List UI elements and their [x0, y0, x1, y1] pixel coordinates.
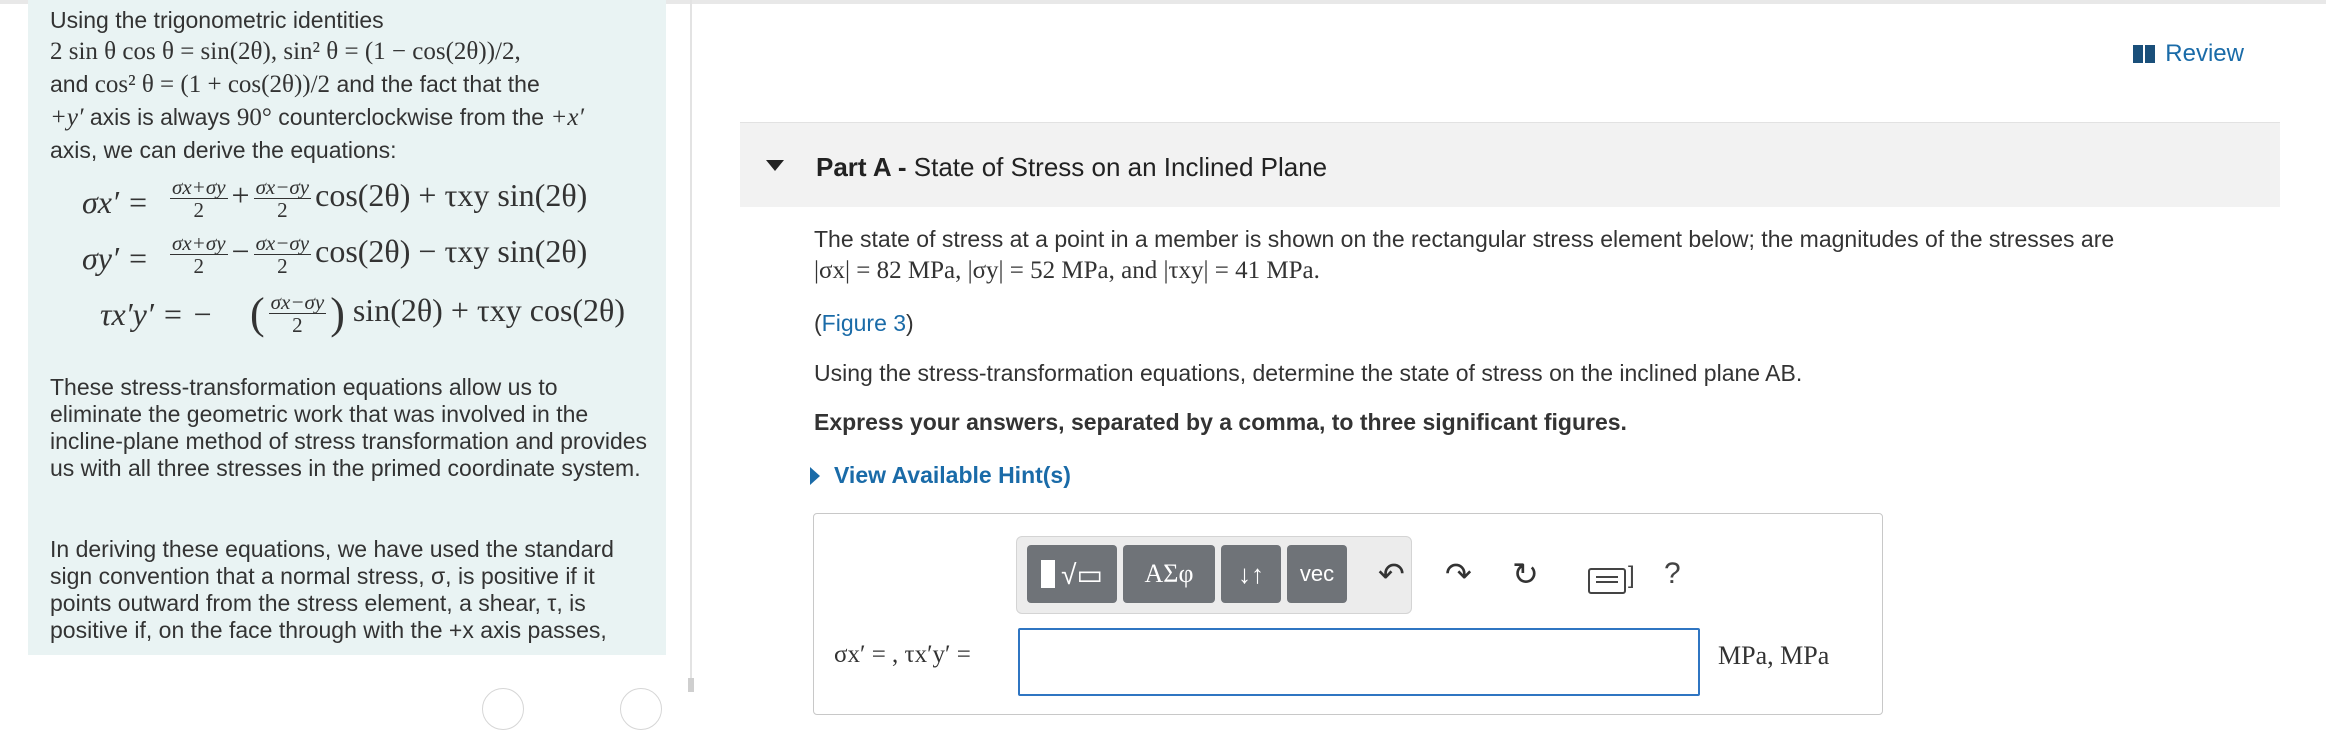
degree-math: 90° [236, 104, 272, 131]
eq1-lhs: σx′ = [82, 184, 149, 220]
identity-line-2-pre: and [50, 71, 89, 97]
eq1-rhs: cos(2θ) + τxy sin(2θ) [315, 176, 588, 213]
frac-diff: σx−σy 2 [253, 231, 312, 278]
reset-button[interactable]: ↻ [1512, 555, 1539, 593]
axis-line: +y′ axis is always 90° counterclockwise … [50, 101, 650, 134]
frac-num: σx−σy [253, 231, 312, 255]
part-title-text: State of Stress on an Inclined Plane [913, 152, 1328, 182]
frac-diff: σx−σy 2 [268, 290, 327, 337]
eq2-lhs: σy′ = [82, 240, 149, 276]
eq3-rhs: sin(2θ) + τxy cos(2θ) [352, 291, 626, 328]
equations-block: σx′ = σx+σy 2 + σx−σy 2 cos(2θ) + τxy sin(2θ)… [54, 176, 666, 344]
math-toolbar: √▭ ΑΣφ ↓↑ vec [1016, 536, 1412, 614]
identity-line-2-post: and the fact that the [336, 71, 540, 97]
format-note: Express your answers, separated by a com… [814, 409, 1627, 435]
frac-den: 2 [292, 313, 303, 337]
frac-diff: σx−σy 2 [253, 175, 312, 222]
instruction-text: Using the stress-transformation equation… [814, 360, 1803, 386]
eq3-lhs: τx′y′ = − [100, 296, 214, 332]
frac-sum: σx+σy 2 [170, 176, 228, 221]
scrollbar-thumb[interactable] [688, 678, 694, 692]
derive-text: axis, we can derive the equations: [50, 137, 397, 163]
axis-line-post: counterclockwise from the [278, 104, 545, 130]
intro-text: Using the trigonometric identities [50, 7, 384, 33]
help-button[interactable]: ? [1664, 557, 1681, 591]
hint-label: View Available Hint(s) [834, 462, 1071, 488]
paren-close: ) [906, 310, 914, 336]
instruction-panel: Using the trigonometric identities 2 sin… [28, 0, 666, 655]
review-label: Review [2165, 40, 2244, 67]
frac-num: σx−σy [268, 290, 327, 314]
frac-num: σx+σy [170, 175, 228, 199]
nav-circle-right[interactable] [620, 688, 662, 730]
frac-num: σx+σy [170, 231, 228, 255]
problem-text: The state of stress at a point in a memb… [814, 226, 2115, 252]
identity-line-2-math: cos² θ = (1 + cos(2θ))/2 [94, 71, 331, 98]
identity-line-1: 2 sin θ cos θ = sin(2θ), sin² θ = (1 − c… [50, 38, 521, 65]
view-hints-link[interactable]: View Available Hint(s) [810, 462, 1071, 489]
equation-tau: τx′y′ = − (σx−σy 2) sin(2θ) + τxy cos(2θ) [100, 289, 626, 338]
greek-symbols-button[interactable]: ΑΣφ [1123, 545, 1215, 603]
redo-button[interactable]: ↷ [1445, 555, 1472, 593]
identity-line-2: and cos² θ = (1 + cos(2θ))/2 and the fac… [50, 68, 650, 101]
frac-den: 2 [193, 198, 205, 222]
panel-divider[interactable] [690, 0, 692, 692]
vector-button[interactable]: vec [1287, 545, 1347, 603]
expand-caret-icon [810, 466, 820, 485]
answer-label: σx′ = , τx′y′ = [834, 641, 971, 668]
nav-circle-left[interactable] [482, 688, 524, 730]
templates-button[interactable]: √▭ [1027, 545, 1117, 603]
x-axis-math: +x′ [550, 104, 584, 131]
answer-input[interactable] [1018, 628, 1700, 696]
axis-line-mid: axis is always [89, 104, 231, 130]
frac-den: 2 [277, 254, 288, 278]
keyboard-icon[interactable] [1588, 568, 1626, 594]
book-icon [2133, 45, 2156, 63]
paren-open: ( [814, 310, 822, 336]
templates-icon [1041, 560, 1056, 588]
review-link[interactable]: Review [2133, 40, 2244, 68]
radical-icon: √▭ [1061, 558, 1103, 590]
equation-sigma-x: σx′ = σx+σy 2 + σx−σy 2 cos(2θ) + τxy sin(2θ) [82, 175, 588, 222]
paragraph-3: In deriving these equations, we have use… [50, 536, 614, 643]
problem-statement: The state of stress at a point in a memb… [814, 224, 2254, 286]
paragraph-2: These stress-transformation equations al… [50, 374, 648, 481]
frac-den: 2 [193, 254, 205, 278]
collapse-caret-icon[interactable] [766, 160, 784, 171]
equation-sigma-y: σy′ = σx+σy 2− σx−σy 2 cos(2θ) − τxy sin(2θ) [82, 231, 588, 278]
frac-sum: σx+σy 2 [170, 232, 228, 277]
y-axis-math: +y′ [50, 104, 84, 131]
frac-num: σx−σy [253, 175, 312, 199]
figure-reference: (Figure 3) [814, 310, 914, 337]
eq2-rhs: cos(2θ) − τxy sin(2θ) [315, 232, 588, 269]
frac-den: 2 [277, 198, 288, 222]
figure-link[interactable]: Figure 3 [822, 310, 906, 336]
keyboard-bracket-icon: ] [1628, 562, 1635, 589]
undo-button[interactable]: ↶ [1378, 555, 1405, 593]
part-a-title[interactable]: Part A - State of Stress on an Inclined … [816, 152, 1327, 183]
subscript-superscript-button[interactable]: ↓↑ [1221, 545, 1281, 603]
answer-units: MPa, MPa [1718, 641, 1830, 670]
stress-magnitudes: |σx| = 82 MPa, |σy| = 52 MPa, and |τxy| … [814, 257, 1320, 284]
part-label: Part A - [816, 152, 907, 182]
